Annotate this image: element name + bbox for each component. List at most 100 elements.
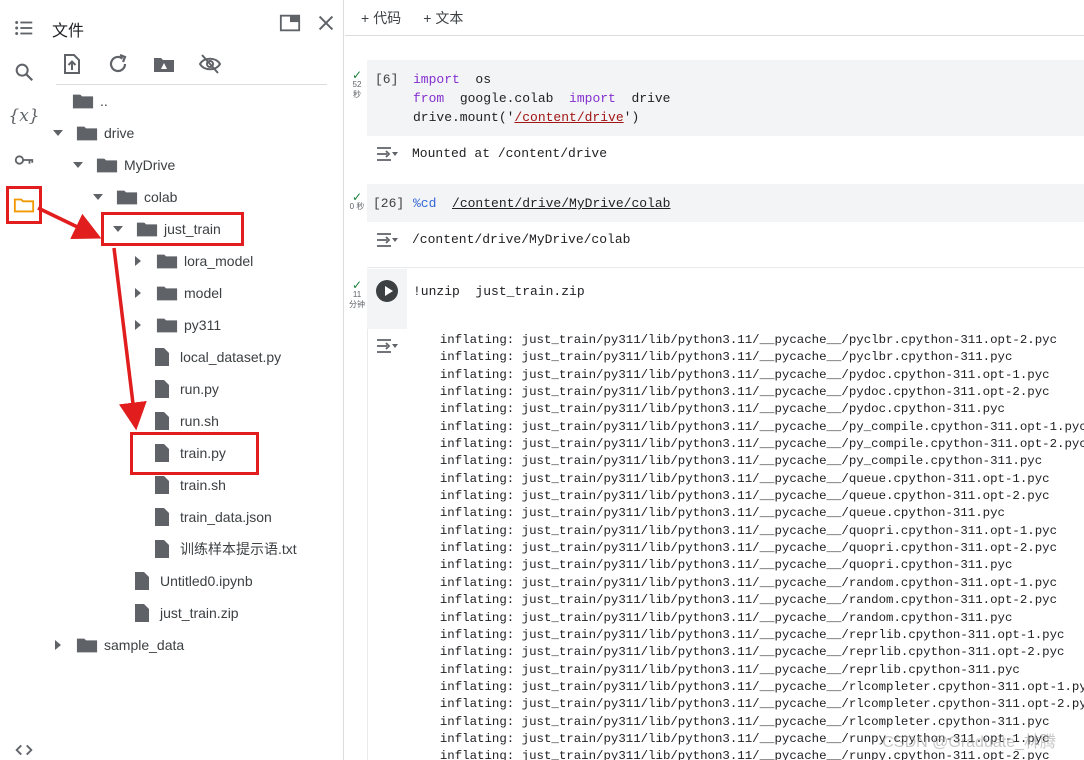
code-magic: %cd <box>413 196 437 211</box>
output-line: inflating: just_train/py311/lib/python3.… <box>425 575 1058 590</box>
output-line: inflating: just_train/py311/lib/python3.… <box>425 697 1084 712</box>
notebook-toolbar: + 代码 + 文本 <box>345 0 1084 36</box>
output-actions-icon[interactable] <box>375 231 399 249</box>
check-icon: ✓ <box>351 68 363 82</box>
output-line: inflating: just_train/py311/lib/python3.… <box>425 662 1020 677</box>
tree-item-label: local_dataset.py <box>180 349 282 365</box>
tree-item-untitled-ipynb[interactable]: Untitled0.ipynb <box>134 565 253 597</box>
tree-item-label: colab <box>144 189 178 205</box>
file-icon <box>154 475 172 495</box>
upload-icon[interactable] <box>60 52 84 81</box>
folder-icon <box>76 635 98 655</box>
code-snippets-icon[interactable] <box>6 732 42 760</box>
output-line: inflating: just_train/py311/lib/python3.… <box>425 437 1084 452</box>
tree-item-model[interactable]: model <box>130 277 222 309</box>
tree-item-label: py311 <box>184 317 222 333</box>
panel-title: 文件 <box>52 23 85 40</box>
caret-right-icon[interactable] <box>130 253 146 269</box>
cell-3-exec-time: 11 <box>352 290 362 299</box>
code-string: /content/drive <box>514 110 624 125</box>
hide-files-icon[interactable] <box>198 52 222 81</box>
tree-item-run-py[interactable]: run.py <box>154 373 219 405</box>
caret-right-icon[interactable] <box>130 285 146 301</box>
cell-1-code[interactable]: import os from google.colab import drive… <box>413 70 670 127</box>
watermark-text: CSDN @Graduate_林腾 <box>882 734 1056 751</box>
tree-item-label: sample_data <box>104 637 185 653</box>
run-cell-button[interactable] <box>376 280 398 302</box>
cell-2-number: [26] <box>373 196 405 211</box>
tree-item-prompt-txt[interactable]: 训练样本提示语.txt <box>154 533 297 565</box>
tree-item-label: .. <box>100 93 108 109</box>
add-code-button[interactable]: + 代码 <box>361 8 401 28</box>
file-icon <box>154 411 172 431</box>
files-toolbar <box>60 52 222 81</box>
folder-icon <box>116 187 138 207</box>
code-text: drive.mount(' <box>413 110 515 125</box>
search-icon[interactable] <box>6 54 42 90</box>
variables-icon[interactable]: {x} <box>6 98 42 134</box>
add-text-button[interactable]: + 文本 <box>423 8 463 28</box>
output-line: inflating: just_train/py311/lib/python3.… <box>425 333 1058 347</box>
code-text: os <box>459 72 492 87</box>
files-folder-icon[interactable] <box>6 186 42 224</box>
left-icon-rail: {x} <box>0 0 48 760</box>
tree-item-train-data-json[interactable]: train_data.json <box>154 501 272 533</box>
tree-item-sample-data[interactable]: sample_data <box>50 629 184 661</box>
output-line: inflating: just_train/py311/lib/python3.… <box>425 471 1050 486</box>
cell-1-exec-status: ✓ 52 秒 <box>345 68 369 100</box>
output-actions-icon[interactable] <box>375 145 399 163</box>
output-line: inflating: just_train/py311/lib/python3.… <box>425 610 1013 625</box>
file-icon <box>134 571 152 591</box>
tree-item-local-dataset-py[interactable]: local_dataset.py <box>154 341 281 373</box>
tree-item-drive[interactable]: drive <box>50 117 134 149</box>
tree-item-label: train.sh <box>180 477 226 493</box>
close-icon[interactable] <box>315 12 337 39</box>
tree-item-parent[interactable]: .. <box>72 85 108 117</box>
cell-3-exec-status: ✓ 11 分钟 <box>345 278 369 310</box>
refresh-icon[interactable] <box>106 52 130 81</box>
caret-right-icon[interactable] <box>130 317 146 333</box>
output-line: inflating: just_train/py311/lib/python3.… <box>425 541 1058 556</box>
code-keyword: import <box>569 91 616 106</box>
tree-item-py311[interactable]: py311 <box>130 309 221 341</box>
toc-icon[interactable] <box>6 10 42 46</box>
add-text-label: 文本 <box>435 9 464 26</box>
tree-item-mydrive[interactable]: MyDrive <box>70 149 175 181</box>
add-code-label: 代码 <box>373 9 402 26</box>
tree-item-label: drive <box>104 125 135 141</box>
tree-item-lora-model[interactable]: lora_model <box>130 245 253 277</box>
folder-icon <box>156 315 178 335</box>
tree-item-label: model <box>184 285 223 301</box>
files-panel: 文件 .. drive MyDrive colab just_train lor… <box>48 0 344 760</box>
tree-item-label: Untitled0.ipynb <box>160 573 253 589</box>
notebook-area: + 代码 + 文本 ✓ 52 秒 [6] import os from google… <box>345 0 1084 760</box>
check-icon: ✓ <box>351 278 363 292</box>
tree-item-colab[interactable]: colab <box>90 181 177 213</box>
caret-down-icon[interactable] <box>50 125 66 141</box>
code-text: drive <box>615 91 671 106</box>
secrets-key-icon[interactable] <box>6 142 42 178</box>
tree-item-label: run.sh <box>180 413 219 429</box>
cell-2-code[interactable]: %cd /content/drive/MyDrive/colab <box>413 194 670 213</box>
tree-item-label: lora_model <box>184 253 254 269</box>
cell-1-number: [6] <box>375 72 399 87</box>
folder-icon <box>72 91 94 111</box>
output-line: inflating: just_train/py311/lib/python3.… <box>425 593 1058 608</box>
output-line: inflating: just_train/py311/lib/python3.… <box>425 385 1050 400</box>
file-icon <box>154 507 172 527</box>
output-actions-icon[interactable] <box>375 337 399 355</box>
tree-item-just-train-zip[interactable]: just_train.zip <box>134 597 239 629</box>
file-icon <box>154 539 172 559</box>
open-in-tab-icon[interactable] <box>279 12 301 39</box>
cell-2-exec-status: ✓ 0 秒 <box>345 191 369 212</box>
output-line: inflating: just_train/py311/lib/python3.… <box>425 367 1050 382</box>
mount-drive-icon[interactable] <box>152 52 176 81</box>
caret-right-icon[interactable] <box>50 637 66 653</box>
caret-down-icon[interactable] <box>90 189 106 205</box>
output-line: inflating: just_train/py311/lib/python3.… <box>425 645 1065 660</box>
output-line: inflating: just_train/py311/lib/python3.… <box>425 558 1013 573</box>
cell-3-code[interactable]: !unzip just_train.zip <box>413 282 585 301</box>
caret-down-icon[interactable] <box>70 157 86 173</box>
cell-1-output: Mounted at /content/drive <box>412 146 608 161</box>
code-text: ') <box>623 110 640 125</box>
